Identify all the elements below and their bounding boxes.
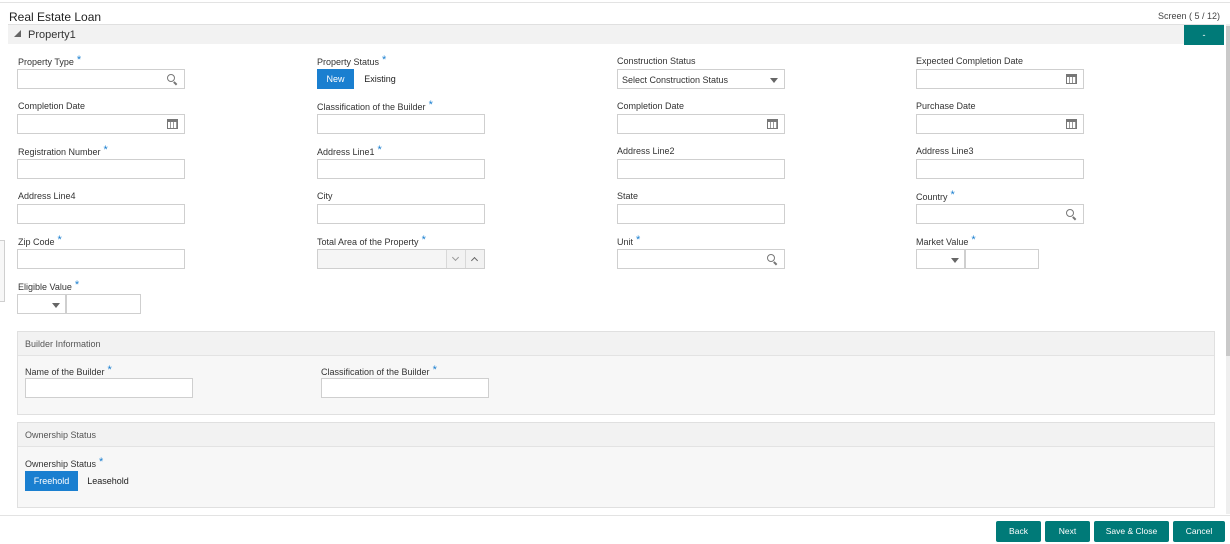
calendar-icon[interactable] bbox=[1066, 119, 1077, 130]
total-area-label: Total Area of the Property * bbox=[317, 234, 426, 247]
builder-information-header: Builder Information bbox=[18, 332, 1214, 356]
calendar-icon[interactable] bbox=[767, 119, 778, 130]
state-input[interactable] bbox=[617, 204, 785, 224]
chevron-down-icon bbox=[951, 258, 959, 263]
save-close-button[interactable]: Save & Close bbox=[1094, 521, 1169, 542]
footer-bar: Back Next Save & Close Cancel bbox=[0, 515, 1230, 544]
property-status-new-button[interactable]: New bbox=[317, 69, 354, 89]
address-line1-input[interactable] bbox=[317, 159, 485, 179]
address-line4-label: Address Line4 bbox=[18, 191, 76, 201]
property-status-existing-button[interactable]: Existing bbox=[357, 69, 403, 89]
ownership-status-title: Ownership Status bbox=[25, 430, 97, 440]
section-header-property1[interactable]: Property1 - bbox=[8, 24, 1224, 45]
address-line4-input[interactable] bbox=[17, 204, 185, 224]
cancel-button[interactable]: Cancel bbox=[1173, 521, 1225, 542]
completion-date-label-2: Completion Date bbox=[617, 101, 685, 111]
construction-status-select[interactable]: Select Construction Status bbox=[617, 69, 785, 89]
address-line2-input[interactable] bbox=[617, 159, 785, 179]
next-button[interactable]: Next bbox=[1045, 521, 1090, 542]
decrement-button[interactable] bbox=[446, 250, 465, 268]
market-value-currency-select[interactable] bbox=[916, 249, 965, 269]
calendar-icon[interactable] bbox=[1066, 74, 1077, 85]
builder-information-panel: Builder Information Name of the Builder *… bbox=[17, 331, 1215, 415]
builder-classification-input[interactable] bbox=[321, 378, 489, 398]
registration-number-input[interactable] bbox=[17, 159, 185, 179]
scrollbar-thumb[interactable] bbox=[1226, 26, 1230, 356]
city-label: City bbox=[317, 191, 333, 201]
builder-name-label: Name of the Builder * bbox=[25, 364, 112, 377]
builder-information-title: Builder Information bbox=[25, 339, 101, 349]
builder-name-input[interactable] bbox=[25, 378, 193, 398]
purchase-date-label: Purchase Date bbox=[916, 101, 976, 111]
state-label: State bbox=[617, 191, 639, 201]
country-input[interactable] bbox=[916, 204, 1084, 224]
address-line3-label: Address Line3 bbox=[916, 146, 974, 156]
total-area-input[interactable] bbox=[317, 249, 485, 269]
city-input[interactable] bbox=[317, 204, 485, 224]
property-status-label: Property Status * bbox=[317, 54, 387, 67]
ownership-status-header: Ownership Status bbox=[18, 423, 1214, 447]
section-title: Property1 bbox=[28, 29, 76, 41]
chevron-up-icon bbox=[470, 256, 479, 265]
expected-completion-date-input[interactable] bbox=[916, 69, 1084, 89]
classification-builder-label: Classification of the Builder * bbox=[317, 99, 433, 112]
completion-date-label: Completion Date bbox=[18, 101, 86, 111]
zip-code-label: Zip Code * bbox=[18, 234, 62, 247]
eligible-value-label: Eligible Value * bbox=[18, 279, 80, 292]
collapse-button[interactable]: - bbox=[1184, 25, 1224, 45]
purchase-date-input[interactable] bbox=[916, 114, 1084, 134]
market-value-input[interactable] bbox=[965, 249, 1039, 269]
eligible-value-currency-select[interactable] bbox=[17, 294, 66, 314]
property-type-label: Property Type * bbox=[18, 54, 82, 67]
completion-date-input-2[interactable] bbox=[617, 114, 785, 134]
construction-status-value: Select Construction Status bbox=[622, 75, 729, 85]
chevron-down-icon bbox=[451, 253, 460, 262]
address-line2-label: Address Line2 bbox=[617, 146, 675, 156]
unit-label: Unit * bbox=[617, 234, 641, 247]
address-line1-label: Address Line1 * bbox=[317, 144, 382, 157]
expected-completion-date-label: Expected Completion Date bbox=[916, 56, 1024, 66]
screen-counter: Screen ( 5 / 12) bbox=[1157, 11, 1220, 21]
country-label: Country * bbox=[916, 189, 955, 202]
collapse-triangle-icon[interactable] bbox=[14, 30, 21, 37]
app-header: Real Estate Loan Screen ( 5 / 12) bbox=[0, 3, 1230, 24]
classification-builder-input[interactable] bbox=[317, 114, 485, 134]
completion-date-input[interactable] bbox=[17, 114, 185, 134]
search-icon[interactable] bbox=[167, 74, 178, 85]
builder-classification-label: Classification of the Builder * bbox=[321, 364, 437, 377]
property-type-input[interactable] bbox=[17, 69, 185, 89]
calendar-icon[interactable] bbox=[167, 119, 178, 130]
side-panel-handle[interactable] bbox=[0, 240, 5, 302]
ownership-leasehold-button[interactable]: Leasehold bbox=[82, 471, 134, 491]
zip-code-input[interactable] bbox=[17, 249, 185, 269]
chevron-down-icon bbox=[770, 78, 778, 83]
search-icon[interactable] bbox=[1066, 209, 1077, 220]
ownership-status-panel: Ownership Status Ownership Status * Freeh… bbox=[17, 422, 1215, 508]
unit-input[interactable] bbox=[617, 249, 785, 269]
chevron-down-icon bbox=[52, 303, 60, 308]
ownership-freehold-button[interactable]: Freehold bbox=[25, 471, 78, 491]
eligible-value-input[interactable] bbox=[66, 294, 141, 314]
ownership-status-label: Ownership Status * bbox=[25, 456, 104, 469]
increment-button[interactable] bbox=[465, 250, 484, 268]
address-line3-input[interactable] bbox=[916, 159, 1084, 179]
page-title: Real Estate Loan bbox=[9, 10, 102, 24]
construction-status-label: Construction Status bbox=[617, 56, 696, 66]
search-icon[interactable] bbox=[767, 254, 778, 265]
market-value-label: Market Value * bbox=[916, 234, 976, 247]
registration-number-label: Registration Number * bbox=[18, 144, 108, 157]
back-button[interactable]: Back bbox=[996, 521, 1041, 542]
